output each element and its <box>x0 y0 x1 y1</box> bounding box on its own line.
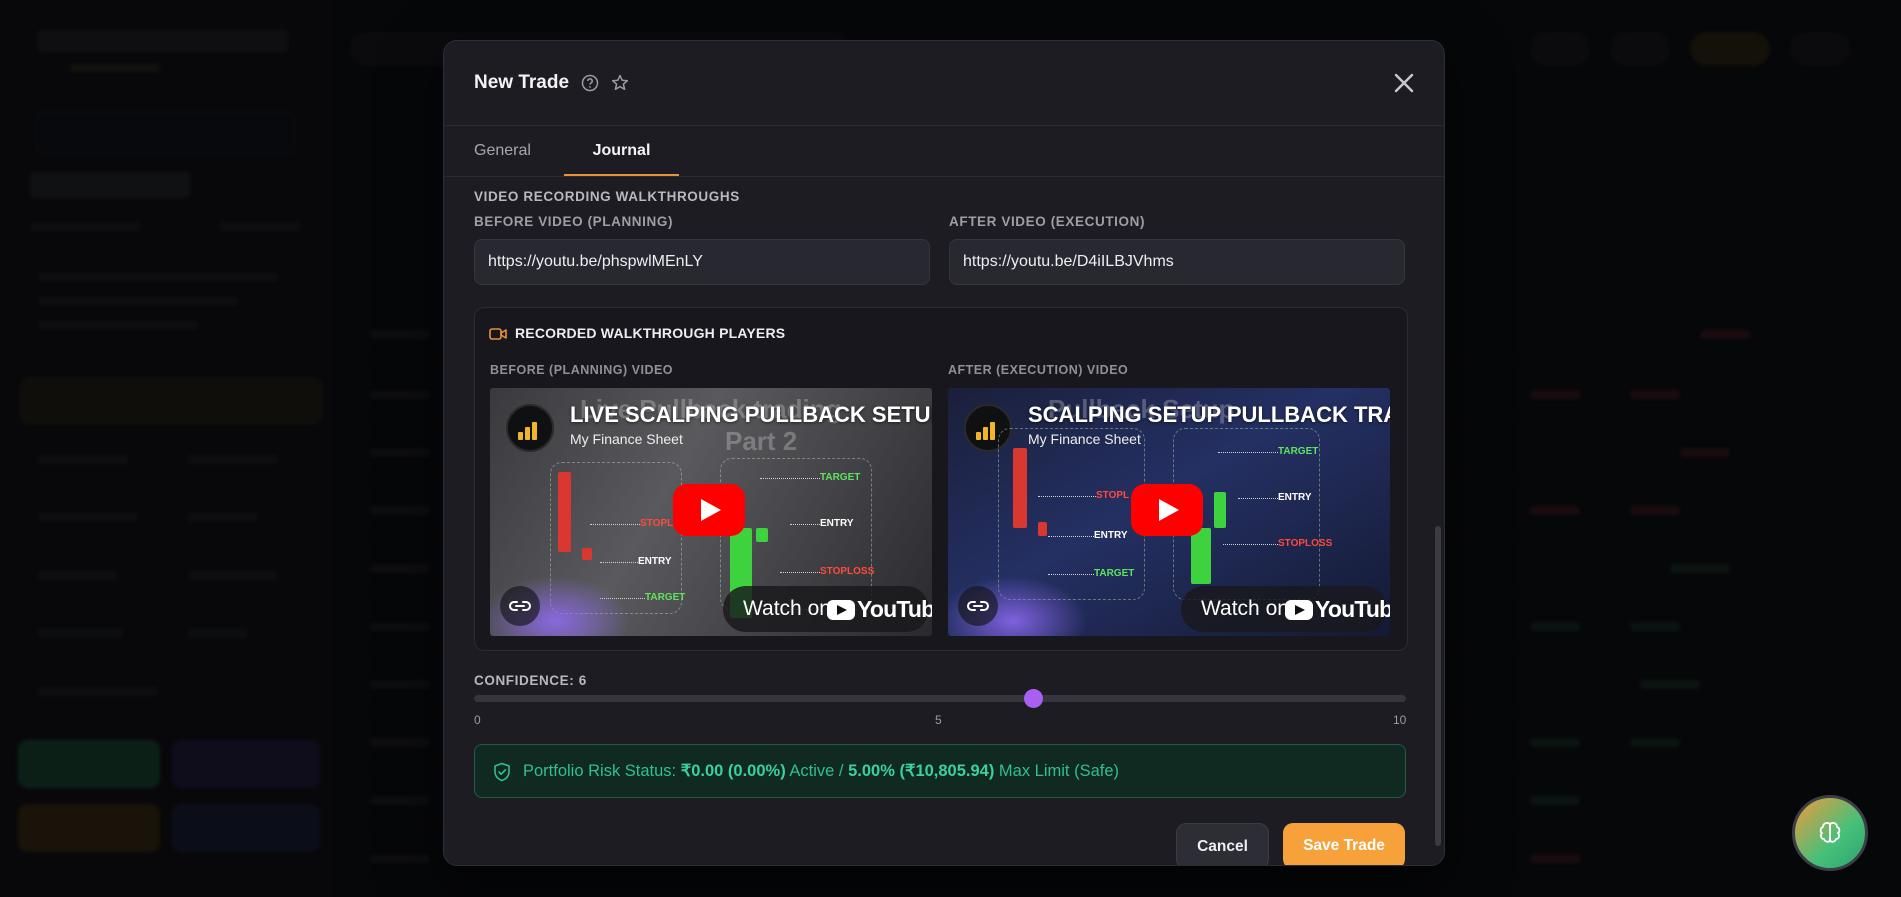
risk-status-text: Portfolio Risk Status: ₹0.00 (0.00%) Act… <box>523 761 1119 781</box>
link-icon[interactable] <box>958 586 998 626</box>
watch-on-youtube-button[interactable]: Watch on YouTube <box>1181 586 1390 632</box>
red-candle <box>1013 448 1027 528</box>
arrow-line <box>790 524 820 525</box>
cancel-button[interactable]: Cancel <box>1176 823 1269 865</box>
save-trade-button[interactable]: Save Trade <box>1283 823 1405 865</box>
modal-scrollbar[interactable] <box>1435 526 1441 846</box>
target-label: TARGET <box>1278 446 1319 457</box>
entry-label: ENTRY <box>638 556 672 567</box>
after-player-label: AFTER (EXECUTION) VIDEO <box>948 363 1129 377</box>
arrow-line <box>1048 574 1094 575</box>
red-candle <box>1038 522 1047 536</box>
entry-label: ENTRY <box>820 518 854 529</box>
star-icon[interactable] <box>610 73 630 93</box>
arrow-line <box>590 524 640 525</box>
target-label: TARGET <box>820 472 861 483</box>
risk-suffix: Max Limit (Safe) <box>994 762 1120 780</box>
confidence-slider-thumb[interactable] <box>1023 689 1043 708</box>
slider-tick-max: 10 <box>1393 713 1407 727</box>
green-candle <box>1191 528 1211 584</box>
arrow-line <box>1218 452 1278 453</box>
target-label: TARGET <box>1094 568 1135 579</box>
watch-on-text: Watch on <box>743 597 831 620</box>
video-channel: My Finance Sheet <box>570 431 683 447</box>
portfolio-risk-status: Portfolio Risk Status: ₹0.00 (0.00%) Act… <box>474 744 1406 798</box>
youtube-text: YouTube <box>857 596 932 622</box>
modal-title: New Trade <box>474 72 570 93</box>
before-player-label: BEFORE (PLANNING) VIDEO <box>490 363 674 377</box>
youtube-logo-icon <box>827 600 855 620</box>
arrow-line <box>760 478 820 479</box>
before-video-input[interactable] <box>474 239 930 285</box>
green-candle <box>756 528 768 542</box>
channel-avatar <box>506 404 554 452</box>
modal-header: New Trade <box>444 41 1444 125</box>
arrow-line <box>1223 544 1278 545</box>
link-icon[interactable] <box>500 586 540 626</box>
video-thumbnail-part: Part 2 <box>725 426 798 456</box>
stoploss-label: STOPLOSS <box>1278 538 1333 549</box>
arrow-line <box>600 562 638 563</box>
video-section-title: VIDEO RECORDING WALKTHROUGHS <box>474 189 740 204</box>
risk-current: ₹0.00 (0.00%) <box>680 762 786 780</box>
red-candle <box>558 472 571 552</box>
ai-assistant-button[interactable] <box>1792 795 1868 871</box>
risk-limit: 5.00% (₹10,805.94) <box>848 762 995 780</box>
tab-general[interactable]: General <box>474 126 531 176</box>
slider-tick-min: 0 <box>474 713 481 727</box>
stoploss-label: STOPLOSS <box>820 566 875 577</box>
youtube-text: YouTube <box>1315 596 1390 622</box>
before-video-label: BEFORE VIDEO (PLANNING) <box>474 214 674 229</box>
new-trade-modal: New Trade General Journal VIDEO RECORDIN… <box>443 40 1445 866</box>
watch-on-youtube-button[interactable]: Watch on YouTube <box>723 586 932 632</box>
arrow-line <box>1048 536 1094 537</box>
youtube-logo-icon <box>1285 600 1313 620</box>
modal-tabs: General Journal <box>444 125 1444 177</box>
arrow-line <box>1038 496 1096 497</box>
brain-icon <box>1819 822 1841 843</box>
play-button[interactable] <box>673 484 745 536</box>
help-icon[interactable] <box>580 73 600 93</box>
confidence-label: CONFIDENCE: 6 <box>474 673 587 688</box>
stop-label: STOPL <box>640 518 674 529</box>
video-camera-icon <box>489 328 507 340</box>
target-label: TARGET <box>645 592 686 603</box>
after-video-label: AFTER VIDEO (EXECUTION) <box>949 214 1146 229</box>
before-video-player[interactable]: Live Pullback trading Part 2 LIVE SCALPI… <box>490 388 932 636</box>
players-title: RECORDED WALKTHROUGH PLAYERS <box>515 325 786 341</box>
tab-journal[interactable]: Journal <box>564 126 679 176</box>
slider-tick-mid: 5 <box>935 713 942 727</box>
stop-label: STOPL <box>1096 490 1130 501</box>
shield-check-icon <box>494 762 510 782</box>
play-button[interactable] <box>1131 484 1203 536</box>
confidence-slider-track[interactable] <box>474 695 1406 702</box>
after-video-player[interactable]: Pullback Setup SCALPING SETUP PULLBACK T… <box>948 388 1390 636</box>
video-title: SCALPING SETUP PULLBACK TRA <box>1028 402 1390 427</box>
walkthrough-players-card: RECORDED WALKTHROUGH PLAYERS BEFORE (PLA… <box>474 307 1408 651</box>
entry-label: ENTRY <box>1094 530 1128 541</box>
after-video-input[interactable] <box>949 239 1405 285</box>
arrow-line <box>780 572 820 573</box>
red-candle <box>582 548 592 560</box>
risk-middle: Active / <box>785 762 849 780</box>
arrow-line <box>1238 498 1278 499</box>
watch-on-text: Watch on <box>1201 597 1289 620</box>
risk-prefix: Portfolio Risk Status: <box>523 762 681 780</box>
entry-label: ENTRY <box>1278 492 1312 503</box>
video-title: LIVE SCALPING PULLBACK SETUP <box>570 402 932 427</box>
close-icon[interactable] <box>1388 67 1420 99</box>
green-candle <box>1214 492 1226 528</box>
